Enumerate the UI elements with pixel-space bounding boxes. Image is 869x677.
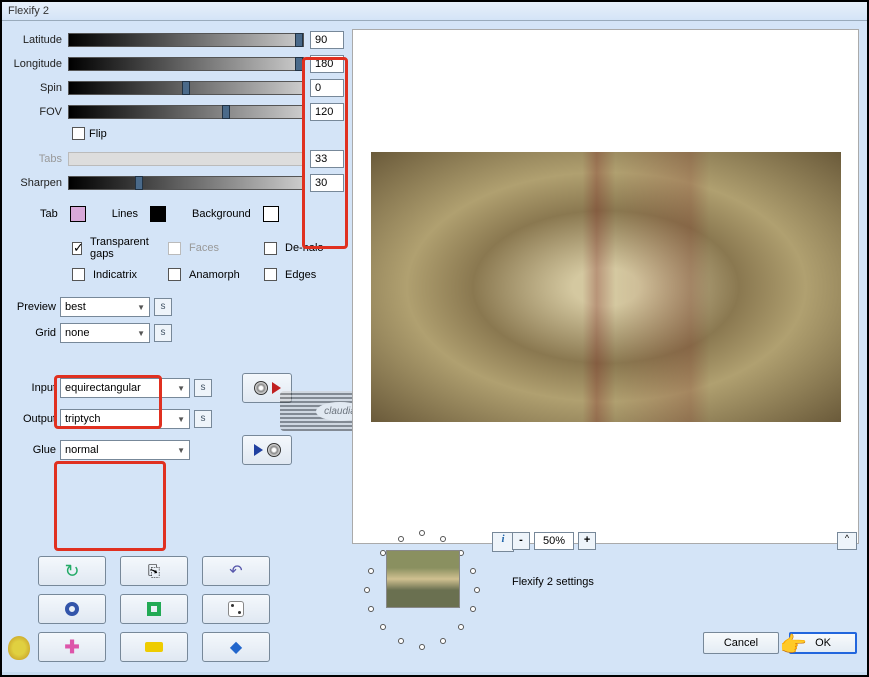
transparent-gaps-checkbox[interactable]: [72, 242, 82, 255]
thumbnail-image: [386, 550, 460, 608]
chevron-down-icon: ▼: [177, 415, 185, 424]
highlight-io: [54, 461, 166, 551]
copy-button[interactable]: ⎘: [120, 556, 188, 586]
transparent-gaps-label: Transparent gaps: [90, 236, 152, 260]
indicatrix-checkbox[interactable]: [72, 268, 85, 281]
preview-s-button[interactable]: s: [154, 298, 172, 316]
fov-slider[interactable]: [68, 105, 304, 119]
hand-cursor-icon: 👉: [780, 632, 807, 658]
window-title: Flexify 2: [2, 2, 867, 21]
cancel-button[interactable]: Cancel: [703, 632, 779, 654]
input-s-button[interactable]: s: [194, 379, 212, 397]
gem-button[interactable]: ◆: [202, 632, 270, 662]
sharpen-slider[interactable]: [68, 176, 304, 190]
longitude-value[interactable]: [310, 55, 344, 73]
faces-label: Faces: [189, 242, 219, 254]
controls-panel: Latitude Longitude Spin FOV Fl: [2, 21, 352, 672]
grid-dropdown[interactable]: none▼: [60, 323, 150, 343]
tabs-label: Tabs: [10, 153, 68, 165]
play-disc-button[interactable]: [242, 435, 292, 465]
plus-pink-button[interactable]: ✚: [38, 632, 106, 662]
preview-area[interactable]: [352, 29, 859, 544]
chevron-down-icon: ▼: [137, 303, 145, 312]
output-label: Output: [10, 413, 60, 425]
play-blue-icon: [254, 444, 263, 456]
plus-pink-icon: ✚: [64, 637, 79, 658]
brick-button[interactable]: [120, 632, 188, 662]
copy-icon: ⎘: [148, 563, 160, 580]
spin-value[interactable]: [310, 79, 344, 97]
output-s-button[interactable]: s: [194, 410, 212, 428]
sharpen-label: Sharpen: [10, 177, 68, 189]
glue-dropdown[interactable]: normal▼: [60, 440, 190, 460]
thumbnail-navigator[interactable]: [352, 522, 492, 642]
chevron-down-icon: ▼: [137, 329, 145, 338]
input-dropdown[interactable]: equirectangular▼: [60, 378, 190, 398]
zoom-value[interactable]: 50%: [534, 532, 574, 550]
dehalo-label: De-halo: [285, 242, 324, 254]
tabs-value[interactable]: [310, 150, 344, 168]
undo-icon: ↶: [229, 561, 242, 581]
undo-button[interactable]: ↶: [202, 556, 270, 586]
expand-button[interactable]: ^: [837, 532, 857, 550]
spin-label: Spin: [10, 82, 68, 94]
dice-icon: [228, 601, 244, 617]
fov-value[interactable]: [310, 103, 344, 121]
fov-label: FOV: [10, 106, 68, 118]
reset-icon: ↻: [64, 561, 79, 582]
anamorph-label: Anamorph: [189, 269, 240, 281]
spin-slider[interactable]: [68, 81, 304, 95]
square-button[interactable]: [120, 594, 188, 624]
dehalo-checkbox[interactable]: [264, 242, 277, 255]
glue-label: Glue: [10, 444, 60, 456]
zoom-in-button[interactable]: +: [578, 532, 596, 550]
lines-color-swatch[interactable]: [150, 206, 166, 222]
chevron-down-icon: ▼: [177, 446, 185, 455]
easter-egg-icon[interactable]: [8, 636, 30, 660]
disc-icon: [267, 443, 281, 457]
preview-dropdown[interactable]: best▼: [60, 297, 150, 317]
info-button[interactable]: i: [492, 532, 514, 552]
background-color-label: Background: [192, 208, 251, 220]
reset-button[interactable]: ↻: [38, 556, 106, 586]
sharpen-value[interactable]: [310, 174, 344, 192]
latitude-label: Latitude: [10, 34, 68, 46]
lines-color-label: Lines: [112, 208, 138, 220]
brick-icon: [145, 642, 163, 652]
edges-label: Edges: [285, 269, 316, 281]
preview-panel: i - 50% + ^ Flexify 2 settings Cancel OK…: [352, 21, 867, 672]
gem-icon: ◆: [230, 637, 242, 657]
square-icon: [147, 602, 161, 616]
tab-color-label: Tab: [40, 208, 58, 220]
anamorph-checkbox[interactable]: [168, 268, 181, 281]
dice-button[interactable]: [202, 594, 270, 624]
grid-label: Grid: [10, 327, 60, 339]
input-label: Input: [10, 382, 60, 394]
tab-color-swatch[interactable]: [70, 206, 86, 222]
indicatrix-label: Indicatrix: [93, 269, 137, 281]
flexify-window: Flexify 2 Latitude Longitude Spin FOV: [0, 0, 869, 677]
settings-label: Flexify 2 settings: [512, 576, 594, 588]
ring-icon: [65, 602, 79, 616]
flip-label: Flip: [89, 128, 107, 140]
flip-checkbox[interactable]: [72, 127, 85, 140]
grid-s-button[interactable]: s: [154, 324, 172, 342]
zoom-out-button[interactable]: -: [512, 532, 530, 550]
ring-button[interactable]: [38, 594, 106, 624]
tabs-slider: [68, 152, 304, 166]
background-color-swatch[interactable]: [263, 206, 279, 222]
play-icon: [272, 382, 281, 394]
edges-checkbox[interactable]: [264, 268, 277, 281]
longitude-slider[interactable]: [68, 57, 304, 71]
chevron-down-icon: ▼: [177, 384, 185, 393]
faces-checkbox: [168, 242, 181, 255]
longitude-label: Longitude: [10, 58, 68, 70]
latitude-value[interactable]: [310, 31, 344, 49]
preview-image: [371, 152, 841, 422]
disc-icon: [254, 381, 268, 395]
latitude-slider[interactable]: [68, 33, 304, 47]
output-dropdown[interactable]: triptych▼: [60, 409, 190, 429]
preview-label: Preview: [10, 301, 60, 313]
